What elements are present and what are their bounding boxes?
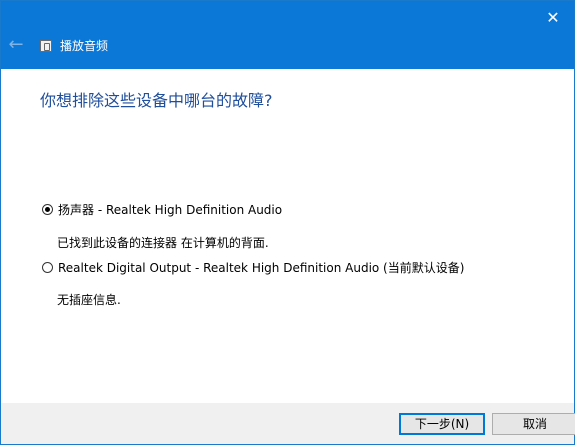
device-option-description: 已找到此设备的连接器 在计算机的背面. <box>57 236 269 250</box>
device-option-label[interactable]: Realtek Digital Output - Realtek High De… <box>58 259 464 276</box>
back-arrow-icon[interactable]: ← <box>8 36 24 54</box>
audio-troubleshooter-icon <box>40 40 52 52</box>
radio-speaker[interactable] <box>42 203 53 215</box>
device-option-digital-output[interactable]: Realtek Digital Output - Realtek High De… <box>42 259 464 275</box>
troubleshooter-window: ✕ ← 播放音频 你想排除这些设备中哪台的故障? 扬声器 - Realtek H… <box>0 0 575 445</box>
radio-digital-output[interactable] <box>42 261 53 273</box>
window-title: 播放音频 <box>60 39 109 53</box>
window-header: ✕ ← 播放音频 <box>1 1 574 69</box>
device-option-speaker[interactable]: 扬声器 - Realtek High Definition Audio <box>42 201 282 217</box>
next-button[interactable]: 下一步(N) <box>399 413 485 435</box>
dialog-footer: 下一步(N) 取消 <box>1 403 575 444</box>
device-option-label[interactable]: 扬声器 - Realtek High Definition Audio <box>58 201 282 218</box>
close-icon[interactable]: ✕ <box>541 8 565 28</box>
device-question: 你想排除这些设备中哪台的故障? <box>40 91 273 110</box>
device-option-description: 无插座信息. <box>57 293 121 307</box>
cancel-button[interactable]: 取消 <box>492 413 575 435</box>
